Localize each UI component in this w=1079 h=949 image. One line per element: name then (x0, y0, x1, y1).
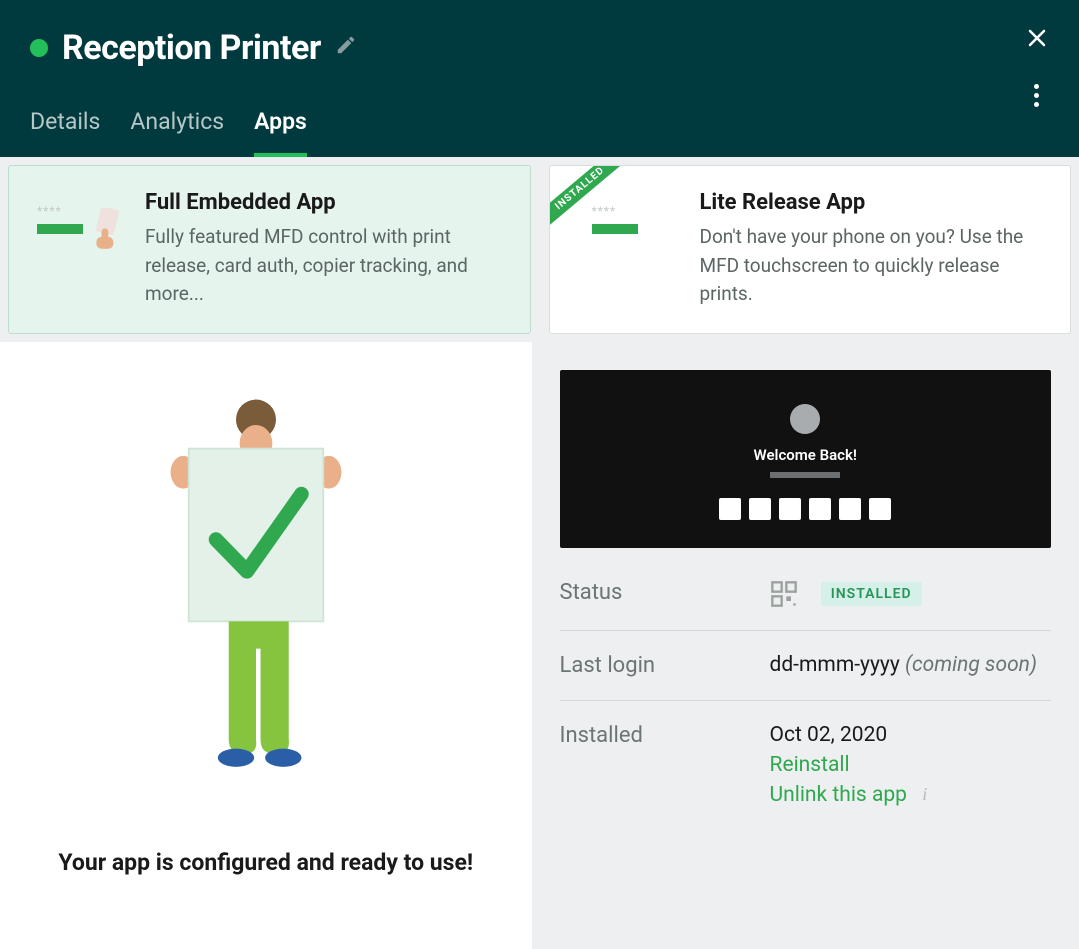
app-card-full[interactable]: **** Full Embedded App Fully featured MF… (8, 165, 531, 334)
page-title: Reception Printer (62, 28, 321, 68)
row-status: Status INSTALLED (560, 558, 1052, 631)
app-card-lite[interactable]: INSTALLED **** Lite Release App Don't ha… (549, 165, 1072, 334)
main-row: Your app is configured and ready to use!… (0, 342, 1079, 949)
tabs: Details Analytics Apps (30, 108, 1049, 157)
avatar-icon (790, 404, 820, 434)
ready-message: Your app is configured and ready to use! (58, 849, 473, 876)
ready-illustration-icon (156, 385, 376, 789)
pin-box (719, 498, 741, 520)
status-value: INSTALLED (770, 580, 1052, 608)
app-card-body: Lite Release App Don't have your phone o… (700, 190, 1049, 309)
tab-analytics[interactable]: Analytics (130, 108, 224, 157)
close-icon[interactable] (1025, 26, 1049, 55)
app-thumb-icon: **** (31, 190, 127, 262)
lastlogin-value: dd-mmm-yyyy (coming soon) (770, 653, 1052, 677)
row-last-login: Last login dd-mmm-yyyy (coming soon) (560, 631, 1052, 701)
app-card-desc: Fully featured MFD control with print re… (145, 223, 508, 309)
lastlogin-date: dd-mmm-yyyy (770, 653, 900, 677)
pin-box (749, 498, 771, 520)
title-row: Reception Printer (30, 28, 1049, 68)
lastlogin-label: Last login (560, 653, 770, 678)
tab-details[interactable]: Details (30, 108, 100, 157)
pencil-icon[interactable] (335, 34, 357, 62)
preview-welcome: Welcome Back! (580, 446, 1032, 464)
row-installed: Installed Oct 02, 2020 Reinstall Unlink … (560, 701, 1052, 829)
installed-date: Oct 02, 2020 (770, 723, 1052, 747)
pin-input-row (580, 498, 1032, 520)
app-thumb-icon: **** (586, 190, 682, 262)
app-card-desc: Don't have your phone on you? Use the MF… (700, 223, 1049, 309)
left-panel: Your app is configured and ready to use! (0, 342, 532, 949)
reinstall-link[interactable]: Reinstall (770, 753, 1052, 777)
app-card-body: Full Embedded App Fully featured MFD con… (145, 190, 508, 309)
pin-box (809, 498, 831, 520)
right-panel: Welcome Back! Status INSTALLED (532, 342, 1079, 949)
status-dot-icon (30, 39, 48, 57)
info-icon[interactable]: i (922, 784, 927, 805)
lastlogin-note: (coming soon) (905, 653, 1037, 677)
pin-box (869, 498, 891, 520)
installed-label: Installed (560, 723, 770, 748)
app-card-title: Lite Release App (700, 190, 1049, 215)
qr-icon (770, 580, 798, 608)
info-rows: Status INSTALLED Last login dd-mmm-yyyy … (560, 558, 1052, 829)
tab-apps[interactable]: Apps (254, 108, 307, 157)
preview-subbar (770, 472, 840, 478)
unlink-link[interactable]: Unlink this app i (770, 783, 1052, 807)
kebab-menu-icon[interactable] (1028, 78, 1045, 113)
device-preview: Welcome Back! (560, 370, 1052, 548)
app-cards-row: **** Full Embedded App Fully featured MF… (0, 157, 1079, 342)
pin-box (779, 498, 801, 520)
unlink-label: Unlink this app (770, 783, 907, 807)
installed-value: Oct 02, 2020 Reinstall Unlink this app i (770, 723, 1052, 807)
pin-box (839, 498, 861, 520)
status-label: Status (560, 580, 770, 605)
status-badge: INSTALLED (821, 582, 922, 606)
app-card-title: Full Embedded App (145, 190, 508, 215)
header: Reception Printer Details Analytics Apps (0, 0, 1079, 157)
